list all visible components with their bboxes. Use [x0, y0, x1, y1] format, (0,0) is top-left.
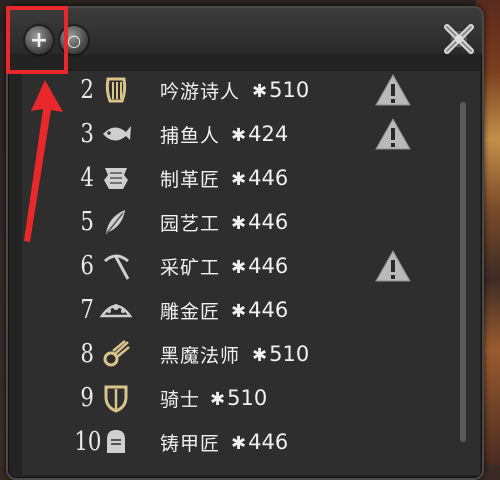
armorer-icon — [100, 426, 132, 458]
gearset-row[interactable]: 3 捕鱼人 ✱424 — [0, 112, 460, 156]
item-level: ✱446 — [231, 254, 288, 278]
job-name: 制革匠 — [160, 168, 221, 191]
item-level-value: 510 — [269, 342, 310, 366]
item-level-value: 510 — [227, 386, 268, 410]
window-titlebar: + ○ — [8, 8, 482, 55]
gear-warning — [374, 73, 412, 107]
gearset-row[interactable]: 6 采矿工 ✱446 — [0, 244, 460, 288]
job-name: 捕鱼人 — [160, 124, 221, 147]
item-level-star-icon: ✱ — [252, 81, 268, 102]
gearset-number: 10 — [74, 427, 102, 457]
gearset-row[interactable]: 7 雕金匠 ✱446 — [0, 288, 460, 332]
gearset-row[interactable]: 8 黑魔法师 ✱510 — [0, 332, 460, 376]
close-icon — [444, 24, 474, 54]
gearset-number: 3 — [80, 119, 94, 149]
black-mage-icon — [100, 338, 132, 370]
miner-icon — [100, 250, 132, 282]
item-level-value: 446 — [248, 210, 289, 234]
gearset-number: 9 — [80, 383, 94, 413]
item-level: ✱446 — [231, 298, 288, 322]
item-level: ✱424 — [231, 122, 288, 146]
gearset-row[interactable]: 10 铸甲匠 ✱446 — [0, 420, 460, 464]
item-level: ✱446 — [231, 430, 288, 454]
gearset-number: 2 — [80, 75, 94, 105]
gear-warning — [374, 117, 412, 151]
list-scrollbar[interactable] — [460, 102, 466, 442]
gearset-number: 4 — [80, 163, 94, 193]
fisher-icon — [100, 118, 132, 150]
gearset-row[interactable]: 5 园艺工 ✱446 — [0, 200, 460, 244]
job-name: 骑士 — [160, 388, 201, 411]
close-button[interactable] — [442, 24, 476, 54]
item-level-star-icon: ✱ — [231, 301, 247, 322]
item-level-value: 424 — [248, 122, 289, 146]
circle-icon: ○ — [67, 30, 81, 50]
item-level-star-icon: ✱ — [210, 389, 226, 410]
item-level-star-icon: ✱ — [231, 169, 247, 190]
paladin-icon — [100, 382, 132, 414]
leatherworker-icon — [100, 162, 132, 194]
job-name: 吟游诗人 — [160, 80, 241, 103]
warning-icon — [375, 117, 411, 150]
item-level-value: 446 — [248, 298, 289, 322]
goldsmith-icon — [100, 294, 132, 326]
item-level-star-icon: ✱ — [231, 125, 247, 146]
item-level-star-icon: ✱ — [252, 345, 268, 366]
item-level-star-icon: ✱ — [231, 213, 247, 234]
gearset-number: 8 — [80, 339, 94, 369]
gearset-row[interactable]: 4 制革匠 ✱446 — [0, 156, 460, 200]
job-name: 园艺工 — [160, 212, 221, 235]
item-level-star-icon: ✱ — [231, 257, 247, 278]
item-level: ✱510 — [252, 78, 309, 102]
item-level: ✱510 — [252, 342, 309, 366]
job-name: 黑魔法师 — [160, 344, 241, 367]
job-name: 铸甲匠 — [160, 432, 221, 455]
warning-icon — [375, 249, 411, 282]
item-level-value: 446 — [248, 254, 289, 278]
gearset-row[interactable]: 2 吟游诗人 ✱510 — [0, 68, 460, 112]
item-level: ✱446 — [231, 166, 288, 190]
item-level-value: 446 — [248, 430, 289, 454]
gearset-number: 7 — [80, 295, 94, 325]
job-name: 采矿工 — [160, 256, 221, 279]
item-level-star-icon: ✱ — [231, 433, 247, 454]
gearset-number: 6 — [80, 251, 94, 281]
job-name: 雕金匠 — [160, 300, 221, 323]
gearset-number: 5 — [80, 207, 94, 237]
item-level-value: 510 — [269, 78, 310, 102]
gearset-row[interactable]: 9 骑士 ✱510 — [0, 376, 460, 420]
botanist-icon — [100, 206, 132, 238]
highlight-box — [6, 6, 68, 74]
item-level: ✱446 — [231, 210, 288, 234]
warning-icon — [375, 73, 411, 106]
item-level-value: 446 — [248, 166, 289, 190]
gear-warning — [374, 249, 412, 283]
bard-icon — [100, 74, 132, 106]
item-level: ✱510 — [210, 386, 267, 410]
